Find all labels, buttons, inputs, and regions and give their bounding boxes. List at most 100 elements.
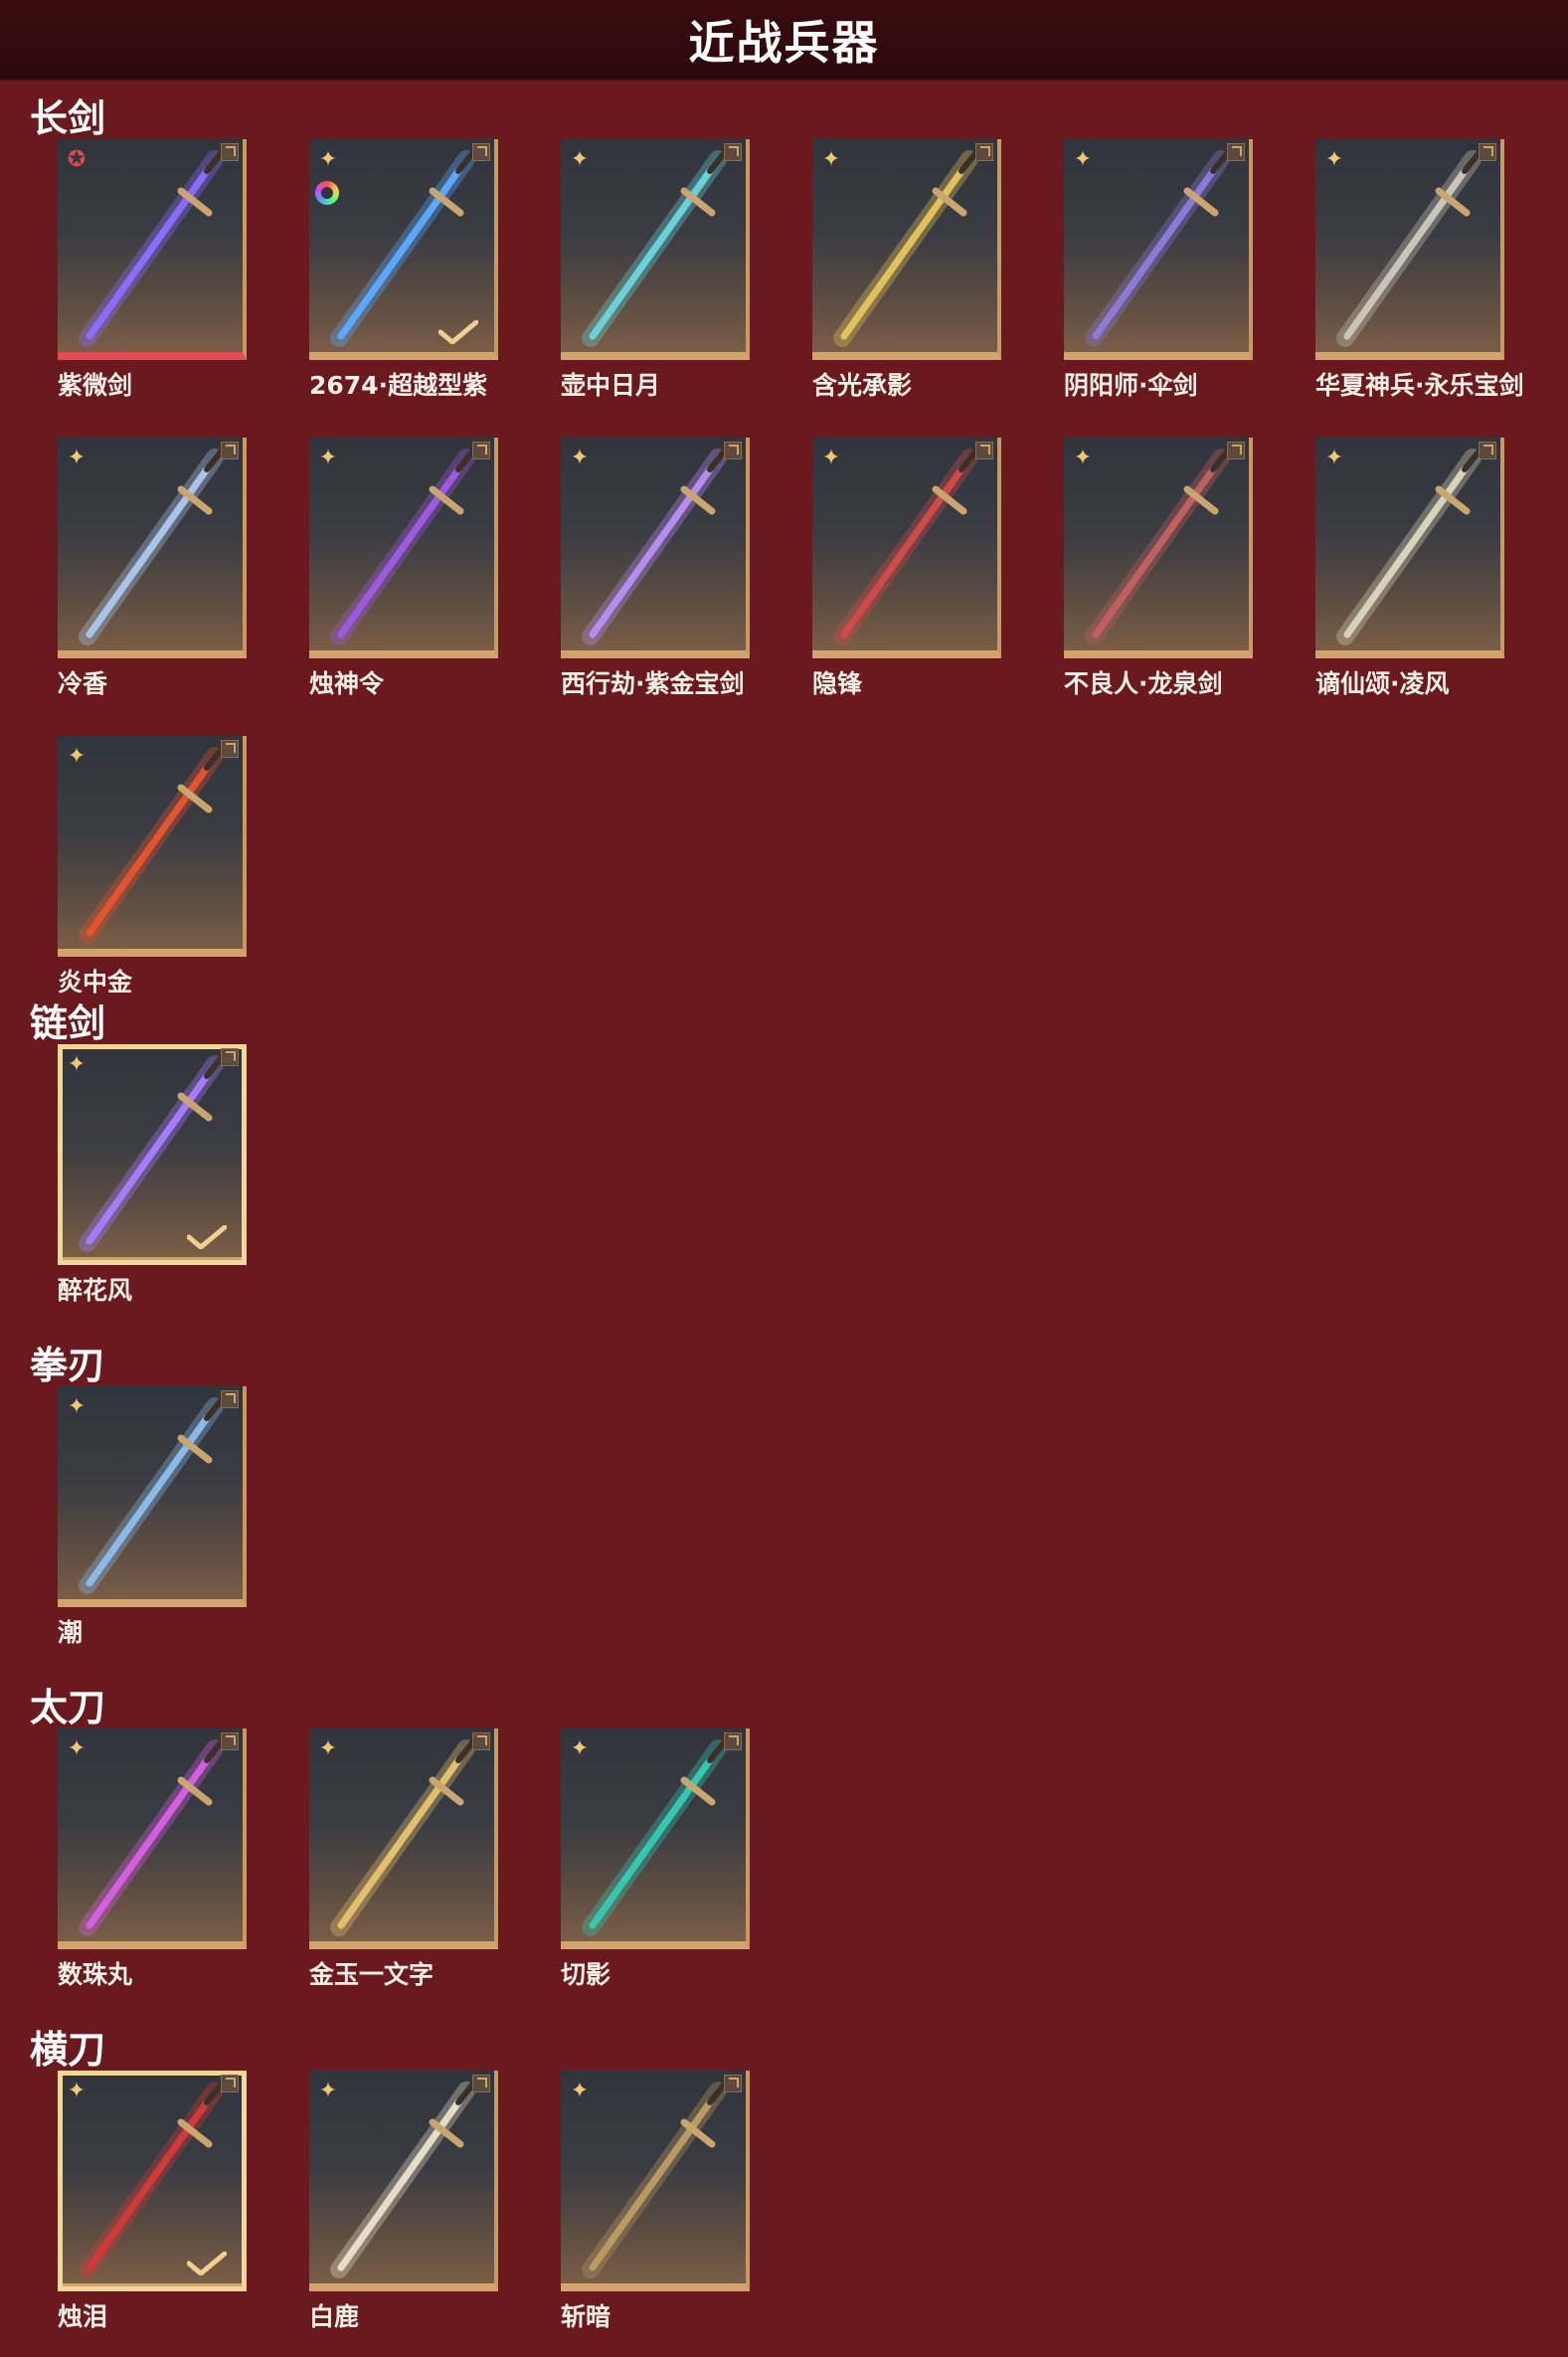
checkmark-icon [438, 320, 478, 344]
rarity-star-icon: ✦ [1073, 446, 1093, 470]
rarity-star-icon: ✦ [318, 1736, 338, 1761]
weapon-tile[interactable]: ✦ 隐锋 [812, 438, 1005, 698]
weapon-name: 谪仙颂·凌风 [1315, 669, 1450, 698]
corner-badge-icon [221, 2075, 239, 2092]
weapon-card[interactable]: ✦ [58, 438, 247, 658]
corner-badge-icon [221, 1390, 239, 1408]
weapon-card[interactable]: ✦ [1315, 139, 1504, 360]
rarity-star-icon: ✦ [67, 1394, 87, 1419]
weapon-card[interactable]: ✦ [309, 139, 498, 360]
corner-badge-icon [221, 143, 239, 161]
rarity-star-icon: ✦ [67, 2079, 87, 2103]
section-title: 太刀 [30, 1686, 106, 1729]
weapon-tile[interactable]: ✦ 华夏神兵·永乐宝剑 [1315, 139, 1524, 400]
weapon-tile[interactable]: ✦ 2674·超越型紫 [309, 139, 502, 400]
weapon-card[interactable]: ✦ [561, 2071, 750, 2291]
weapon-tile[interactable]: ✦ 斩暗 [561, 2071, 754, 2331]
weapon-card[interactable]: ✦ [58, 1386, 247, 1607]
weapon-tile[interactable]: ✦ 白鹿 [309, 2071, 502, 2331]
weapon-tile[interactable]: ✦ 谪仙颂·凌风 [1315, 438, 1508, 698]
weapon-card[interactable]: ✦ [1064, 438, 1253, 658]
weapon-card[interactable]: ✦ [58, 1728, 247, 1949]
rarity-star-icon: ✦ [67, 446, 87, 470]
weapon-tile[interactable]: ✦ 烛神令 [309, 438, 502, 698]
weapon-tile[interactable]: ✦ 炎中金 [58, 736, 251, 997]
checkmark-icon [187, 1225, 227, 1249]
weapon-tile[interactable]: ✦ 壶中日月 [561, 139, 754, 400]
weapon-name: 阴阳师·伞剑 [1064, 371, 1198, 400]
weapon-name: 隐锋 [812, 669, 863, 698]
weapon-name: 紫微剑 [58, 371, 133, 400]
corner-badge-icon [975, 143, 993, 161]
weapon-name: 西行劫·紫金宝剑 [561, 669, 745, 698]
weapon-tile[interactable]: ✦ 醉花风 [58, 1044, 251, 1305]
rarity-star-icon: ✦ [570, 147, 590, 172]
corner-badge-icon [1479, 143, 1496, 161]
weapon-tile[interactable]: ✦ 金玉一文字 [309, 1728, 502, 1989]
corner-badge-icon [472, 442, 490, 459]
weapon-name: 烛泪 [58, 2302, 108, 2331]
weapon-name: 切影 [561, 1960, 611, 1989]
rarity-star-icon: ✦ [570, 1736, 590, 1761]
weapon-card[interactable]: ✦ [561, 1728, 750, 1949]
page-title: 近战兵器 [688, 16, 880, 70]
corner-badge-icon [221, 1732, 239, 1750]
rarity-star-icon: ✦ [570, 2079, 590, 2103]
weapon-name: 醉花风 [58, 1276, 133, 1305]
weapon-card[interactable]: ✦ [309, 2071, 498, 2291]
weapon-card[interactable]: ✦ [1315, 438, 1504, 658]
corner-badge-icon [724, 2075, 742, 2092]
rarity-star-icon: ✦ [67, 744, 87, 769]
weapon-name: 华夏神兵·永乐宝剑 [1315, 371, 1524, 400]
corner-badge-icon [724, 442, 742, 459]
weapon-card[interactable]: ✪ [58, 139, 247, 360]
weapon-name: 数珠丸 [58, 1960, 133, 1989]
weapon-tile[interactable]: ✦ 数珠丸 [58, 1728, 251, 1989]
corner-badge-icon [472, 1732, 490, 1750]
page-header: 近战兵器 [0, 0, 1568, 82]
corner-badge-icon [1479, 442, 1496, 459]
weapon-tile[interactable]: ✦ 不良人·龙泉剑 [1064, 438, 1257, 698]
weapon-tile[interactable]: ✦ 冷香 [58, 438, 251, 698]
weapon-tile[interactable]: ✦ 烛泪 [58, 2071, 251, 2331]
weapon-card[interactable]: ✦ [309, 1728, 498, 1949]
rarity-star-icon: ✦ [570, 446, 590, 470]
weapon-card[interactable]: ✦ [812, 139, 1001, 360]
weapon-tile[interactable]: ✦ 含光承影 [812, 139, 1005, 400]
weapon-name: 金玉一文字 [309, 1960, 435, 1989]
weapon-tile[interactable]: ✦ 阴阳师·伞剑 [1064, 139, 1257, 400]
weapon-card[interactable]: ✦ [1064, 139, 1253, 360]
weapon-tile[interactable]: ✪ 紫微剑 [58, 139, 251, 400]
legendary-star-icon: ✪ [67, 147, 87, 172]
weapon-card[interactable]: ✦ [58, 736, 247, 957]
corner-badge-icon [221, 740, 239, 758]
section-title: 长剑 [30, 96, 106, 140]
weapon-tile[interactable]: ✦ 潮 [58, 1386, 251, 1647]
weapon-card[interactable]: ✦ [58, 2071, 247, 2291]
section-title: 横刀 [30, 2028, 106, 2072]
weapon-name: 2674·超越型紫 [309, 371, 488, 400]
section-title: 链剑 [30, 1001, 106, 1045]
section-title: 拳刃 [30, 1344, 106, 1387]
weapon-tile[interactable]: ✦ 切影 [561, 1728, 754, 1989]
rarity-star-icon: ✦ [821, 147, 841, 172]
weapon-name: 烛神令 [309, 669, 385, 698]
rarity-star-icon: ✦ [1324, 446, 1344, 470]
rarity-star-icon: ✦ [67, 1052, 87, 1077]
checkmark-icon [187, 2252, 227, 2275]
weapon-name: 白鹿 [309, 2302, 360, 2331]
corner-badge-icon [724, 1732, 742, 1750]
weapon-card[interactable]: ✦ [561, 438, 750, 658]
corner-badge-icon [1227, 143, 1245, 161]
color-ring-icon [315, 181, 339, 205]
weapon-card[interactable]: ✦ [561, 139, 750, 360]
corner-badge-icon [724, 143, 742, 161]
corner-badge-icon [1227, 442, 1245, 459]
weapon-name: 壶中日月 [561, 371, 661, 400]
rarity-star-icon: ✦ [67, 1736, 87, 1761]
weapon-tile[interactable]: ✦ 西行劫·紫金宝剑 [561, 438, 754, 698]
weapon-card[interactable]: ✦ [58, 1044, 247, 1265]
weapon-card[interactable]: ✦ [309, 438, 498, 658]
weapon-name: 冷香 [58, 669, 108, 698]
weapon-card[interactable]: ✦ [812, 438, 1001, 658]
